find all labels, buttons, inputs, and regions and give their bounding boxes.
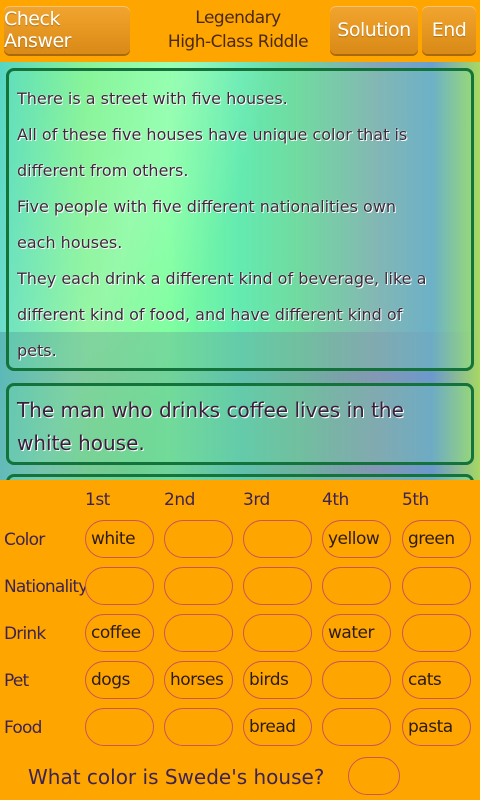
check-answer-button[interactable]: Check Answer: [4, 6, 130, 54]
cell-color-4[interactable]: yellow: [322, 520, 391, 558]
cell-color-3[interactable]: [243, 520, 312, 558]
answer-grid: 1st 2nd 3rd 4th 5th Color white yellow g…: [0, 480, 480, 800]
page-title: Legendary High-Class Riddle: [150, 6, 326, 56]
row-label-color: Color: [4, 530, 45, 550]
cell-color-2[interactable]: [164, 520, 233, 558]
cell-color-1[interactable]: white: [85, 520, 154, 558]
story-line: Five people with five different national…: [17, 197, 397, 216]
cell-nationality-4[interactable]: [322, 567, 391, 605]
cell-food-4[interactable]: [322, 708, 391, 746]
end-button[interactable]: End: [422, 6, 476, 54]
cell-pet-4[interactable]: [322, 661, 391, 699]
cell-color-5[interactable]: green: [402, 520, 471, 558]
cell-food-1[interactable]: [85, 708, 154, 746]
story-line: different from others.: [17, 161, 189, 180]
cell-pet-5[interactable]: cats: [402, 661, 471, 699]
column-header-3rd: 3rd: [243, 490, 270, 510]
story-line: different kind of food, and have differe…: [17, 305, 403, 324]
cell-food-3[interactable]: bread: [243, 708, 312, 746]
story-line: There is a street with five houses.: [17, 89, 288, 108]
answer-field[interactable]: [348, 757, 400, 795]
row-label-food: Food: [4, 718, 42, 738]
column-header-5th: 5th: [402, 490, 429, 510]
column-header-4th: 4th: [322, 490, 349, 510]
cell-pet-2[interactable]: horses: [164, 661, 233, 699]
question-text: What color is Swede's house?: [28, 765, 325, 789]
cell-drink-3[interactable]: [243, 614, 312, 652]
row-label-drink: Drink: [4, 624, 46, 644]
cell-nationality-1[interactable]: [85, 567, 154, 605]
cell-drink-2[interactable]: [164, 614, 233, 652]
solution-button[interactable]: Solution: [330, 6, 418, 54]
cell-pet-3[interactable]: birds: [243, 661, 312, 699]
story-line: pets.: [17, 341, 57, 360]
title-line-2: High-Class Riddle: [167, 32, 309, 52]
top-toolbar: Check Answer Legendary High-Class Riddle…: [0, 0, 480, 62]
clue-line-1: The man who drinks coffee lives in the: [17, 398, 404, 422]
clue-panel[interactable]: The man who drinks coffee lives in the w…: [6, 383, 474, 465]
story-line: each houses.: [17, 233, 123, 252]
story-line: All of these five houses have unique col…: [17, 125, 408, 144]
clue-line-2: white house.: [17, 431, 145, 455]
cell-drink-1[interactable]: coffee: [85, 614, 154, 652]
cell-drink-5[interactable]: [402, 614, 471, 652]
title-line-1: Legendary: [195, 8, 281, 28]
cell-food-5[interactable]: pasta: [402, 708, 471, 746]
cell-pet-1[interactable]: dogs: [85, 661, 154, 699]
cell-nationality-3[interactable]: [243, 567, 312, 605]
row-label-nationality: Nationality: [4, 577, 88, 597]
cell-food-2[interactable]: [164, 708, 233, 746]
story-line: They each drink a different kind of beve…: [17, 269, 427, 288]
cell-nationality-5[interactable]: [402, 567, 471, 605]
row-label-pet: Pet: [4, 671, 29, 691]
column-header-1st: 1st: [85, 490, 110, 510]
story-panel[interactable]: There is a street with five houses. All …: [6, 68, 474, 371]
cell-drink-4[interactable]: water: [322, 614, 391, 652]
column-header-2nd: 2nd: [164, 490, 195, 510]
cell-nationality-2[interactable]: [164, 567, 233, 605]
